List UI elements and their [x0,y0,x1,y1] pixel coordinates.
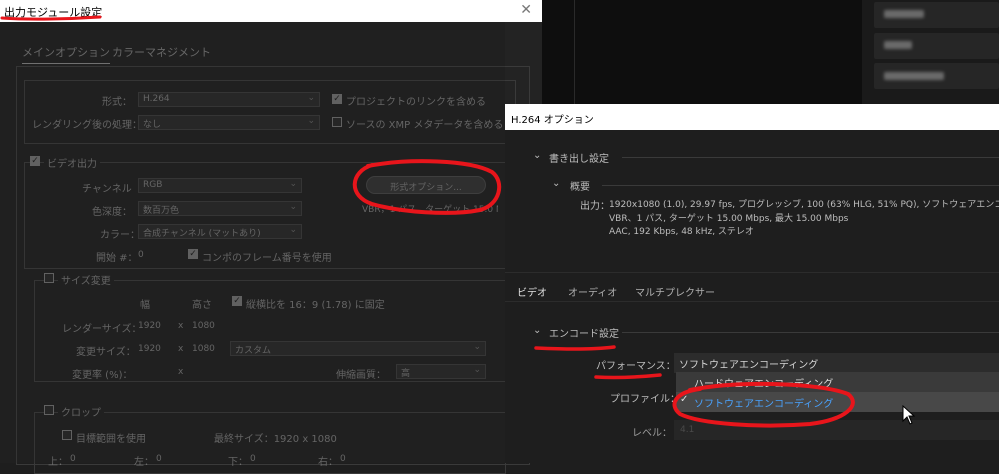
output-summary-line1: 1920x1080 (1.0), 29.97 fps, プログレッシブ, 100… [609,200,999,210]
tab-video[interactable]: ビデオ [517,284,547,302]
level-select[interactable] [674,420,999,440]
chevron-down-icon[interactable]: ⌄ [552,178,560,189]
section-divider [602,185,999,186]
performance-dropdown-menu: ハードウェアエンコーディング ✓ ソフトウェアエンコーディング [676,372,999,412]
checkmark-icon: ✓ [680,394,689,405]
tab-audio[interactable]: オーディオ [568,284,617,299]
profile-label: プロファイル： [610,394,680,405]
performance-label: パフォーマンス： [596,361,676,372]
h264-options-title: H.264 オプション [511,115,594,126]
summary-heading[interactable]: 概要 [570,178,590,193]
output-summary-line3: AAC, 192 Kbps, 48 kHz, ステレオ [609,227,754,237]
chevron-down-icon[interactable]: ⌄ [533,325,541,336]
performance-select[interactable]: ソフトウェアエンコーディング [674,353,999,373]
tab-multiplexer[interactable]: マルチプレクサー [635,284,715,299]
output-module-title: 出力モジュール設定 [4,6,103,19]
option-label: ソフトウェアエンコーディング [694,399,834,410]
inactive-overlay [0,22,505,463]
output-summary-line2: VBR、1 パス, ターゲット 15.00 Mbps, 最大 15.00 Mbp… [609,214,849,224]
h264-options-titlebar: H.264 オプション [505,104,999,130]
dropdown-option-hardware[interactable]: ハードウェアエンコーディング [676,372,999,392]
blurred-text [884,41,912,49]
blurred-text [884,10,924,18]
output-label: 出力： [580,201,610,212]
option-label: ハードウェアエンコーディング [694,379,834,390]
output-module-titlebar: 出力モジュール設定 ✕ [0,0,542,22]
mouse-cursor-icon [902,405,916,425]
encode-settings-heading[interactable]: エンコード設定 [549,325,619,340]
section-divider [622,157,999,158]
dropdown-option-software[interactable]: ✓ ソフトウェアエンコーディング [676,392,999,412]
section-divider [622,332,999,333]
performance-value: ソフトウェアエンコーディング [679,360,819,371]
tabs-bottom-divider [505,301,999,302]
level-label: レベル： [632,428,672,439]
tabs-divider [505,272,999,273]
background-divider [574,0,575,105]
close-icon[interactable]: ✕ [520,2,532,18]
blurred-text [884,72,944,80]
level-value: 4.1 [680,425,695,435]
chevron-down-icon[interactable]: ⌄ [533,150,541,161]
export-settings-heading[interactable]: 書き出し設定 [549,150,609,165]
